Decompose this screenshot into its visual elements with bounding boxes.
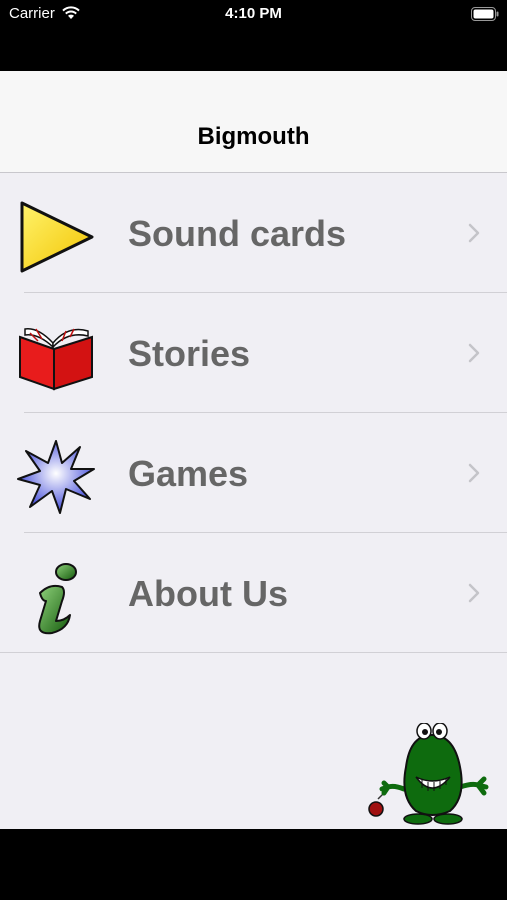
chevron-right-icon — [468, 463, 480, 483]
bottom-black-bar — [0, 829, 507, 900]
chevron-right-icon — [468, 583, 480, 603]
play-triangle-icon — [20, 201, 94, 273]
menu-item-label: Stories — [128, 333, 251, 374]
menu-list: Sound cards Stories Games About Us — [0, 173, 507, 653]
open-book-icon — [19, 328, 93, 391]
menu-item-label: Games — [128, 453, 249, 494]
chevron-right-icon — [468, 343, 480, 363]
battery-icon — [471, 7, 499, 21]
status-time: 4:10 PM — [225, 5, 282, 22]
info-i-icon — [38, 563, 77, 635]
starburst-icon — [17, 440, 95, 514]
menu-item-sound-cards[interactable]: Sound cards — [0, 173, 507, 293]
menu-item-label: Sound cards — [128, 213, 347, 254]
status-bar: Carrier 4:10 PM — [0, 0, 507, 71]
green-monster-mascot-icon — [368, 723, 489, 825]
app-screen: Bigmouth Sound cards Stories Games About… — [0, 71, 507, 829]
row-divider — [0, 652, 507, 653]
navigation-bar: Bigmouth — [0, 71, 507, 173]
menu-item-stories[interactable]: Stories — [0, 293, 507, 413]
menu-item-games[interactable]: Games — [0, 413, 507, 533]
chevron-right-icon — [468, 223, 480, 243]
page-title: Bigmouth — [197, 123, 310, 150]
menu-item-label: About Us — [128, 573, 288, 614]
menu-item-about-us[interactable]: About Us — [0, 533, 507, 653]
